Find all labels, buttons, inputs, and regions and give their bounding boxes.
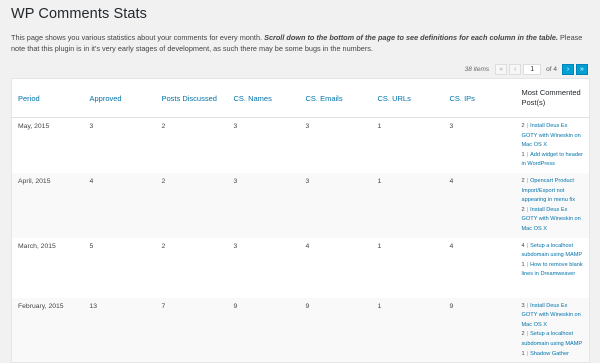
cell-cs-ips: 4 [443,172,516,238]
post-link[interactable]: Setup a localhost subdomain using MAMP [522,243,583,259]
pagination: 38 items « ‹ 1 of 4 › » [465,62,588,76]
page: WP Comments Stats This page shows you va… [0,0,600,363]
table-row: February, 2015 13 7 9 9 1 9 3 | Install Deus Ex G… [11,297,590,363]
last-page-button[interactable]: » [576,63,588,75]
intro-text: This page shows you various statistics a… [11,33,596,54]
post-link[interactable]: Add widget to header in WordPress [522,152,583,168]
total-pages: of 4 [546,65,557,73]
cell-cs-names: 3 [233,123,238,130]
table-row: May, 2015 3 2 3 3 1 3 2 | Install Deus Ex GOTY wi… [12,118,590,173]
table-body: May, 2015 3 2 3 3 1 3 2 | Install Deus Ex GOTY wi… [11,118,590,363]
cell-approved: 5 [89,242,94,250]
separator: | [526,331,529,338]
cell-approved: 4 [83,172,156,238]
cell-cs-names: 9 [227,297,300,363]
cell-cs-ips: 9 [443,297,516,363]
separator: | [526,206,529,213]
cell-most-commented: 3 | Install Deus Ex GOTY with Wineskin on … [515,297,590,363]
most-commented-item: 2 | Opencart Product Import/Export not app… [522,177,584,206]
comment-count: 4 [521,242,525,249]
table-header-row: Period Approved Posts Discussed CS. Name… [11,78,590,118]
first-page-button[interactable]: « [495,63,508,75]
separator: | [526,350,529,357]
post-link[interactable]: How to remove blank lines in Dreamweaver [522,262,583,278]
separator: | [526,242,529,249]
post-link[interactable]: Install Deus Ex GOTY with Wineskin on Ma… [522,123,581,148]
separator: | [526,123,529,129]
cell-period: April, 2015 [11,172,84,238]
cell-approved: 13 [83,297,156,363]
most-commented-item: 4 | Setup a localhost subdomain using MAMP [522,242,584,261]
intro-plain: This page shows you various statistics a… [11,33,265,42]
column-period[interactable]: Period [11,78,84,118]
separator: | [526,151,529,158]
most-commented-item: 2 | Install Deus Ex GOTY with Wineskin on … [522,122,584,151]
cell-approved: 3 [89,123,94,130]
most-commented-item: 3 | Install Deus Ex GOTY with Wineskin on … [522,302,584,331]
most-commented-item: 2 | Setup a localhost subdomain using MAMP [522,330,584,349]
column-most-commented: Most Commented Post(s) [515,78,590,118]
cell-most-commented: 4 | Setup a localhost subdomain using MAMP… [516,238,590,298]
cell-posts-discussed: 2 [161,123,166,130]
cell-period: March, 2015 [18,242,56,250]
column-cs-emails[interactable]: CS. Emails [299,78,372,118]
most-commented-item: 2 | Install Deus Ex GOTY with Wineskin on … [522,206,584,235]
column-approved[interactable]: Approved [83,78,156,118]
post-link[interactable]: Opencart Product Import/Export not appea… [522,178,576,203]
table-row: April, 2015 4 2 3 3 1 4 2 | Opencart Product Impo… [11,172,590,238]
column-cs-names[interactable]: CS. Names [227,78,300,118]
page-title: WP Comments Stats [11,6,147,22]
comment-count: 1 [521,151,525,158]
cell-cs-emails: 4 [305,242,310,250]
column-cs-ips[interactable]: CS. IPs [443,78,516,118]
most-commented-item: 1 | Shadow Gather [522,350,584,360]
stats-table: Period Approved Posts Discussed CS. Name… [11,78,590,363]
prev-page-button[interactable]: ‹ [509,63,522,75]
separator: | [526,261,529,268]
comment-count: 2 [521,331,525,338]
next-page-button[interactable]: › [562,63,574,75]
cell-posts-discussed: 7 [155,297,228,363]
most-commented-item: 1 | How to remove blank lines in Dreamweav… [522,261,584,280]
most-commented-item: 1 | Add widget to header in WordPress [522,151,584,170]
cell-period: February, 2015 [11,297,84,363]
cell-most-commented: 2 | Opencart Product Import/Export not app… [515,172,590,238]
cell-cs-urls: 1 [377,242,382,250]
cell-cs-emails: 3 [299,172,372,238]
cell-cs-names: 3 [233,242,238,250]
intro-emphasis: Scroll down to the bottom of the page to… [264,33,558,42]
cell-cs-emails: 9 [299,297,372,363]
post-link[interactable]: Install Deus Ex GOTY with Wineskin on Ma… [522,303,581,328]
comment-count: 2 [521,177,525,184]
cell-posts-discussed: 2 [161,242,166,250]
column-cs-urls[interactable]: CS. URLs [371,78,444,118]
items-count: 38 items [464,65,490,73]
comment-count: 1 [521,350,525,357]
cell-cs-urls: 1 [371,297,444,363]
cell-cs-ips: 4 [449,242,454,250]
cell-cs-urls: 1 [371,172,444,238]
table-row: March, 2015 5 2 3 4 1 4 4 | Setup a localhost sub… [12,238,590,298]
comment-count: 2 [521,123,525,129]
separator: | [526,177,529,184]
post-link[interactable]: Install Deus Ex GOTY with Wineskin on Ma… [522,207,581,232]
comment-count: 3 [521,302,525,309]
cell-cs-ips: 3 [449,123,454,130]
post-link[interactable]: Shadow Gather [530,351,569,357]
comment-count: 2 [521,206,525,213]
cell-cs-urls: 1 [377,123,382,130]
current-page-input[interactable]: 1 [523,63,542,75]
cell-posts-discussed: 2 [155,172,228,238]
cell-cs-emails: 3 [305,123,310,130]
post-link[interactable]: Setup a localhost subdomain using MAMP [522,331,583,347]
comment-count: 1 [521,261,525,268]
cell-most-commented: 2 | Install Deus Ex GOTY with Wineskin on … [516,118,590,173]
separator: | [526,302,529,309]
cell-period: May, 2015 [18,123,50,130]
column-posts-discussed[interactable]: Posts Discussed [155,78,228,118]
cell-cs-names: 3 [227,172,300,238]
